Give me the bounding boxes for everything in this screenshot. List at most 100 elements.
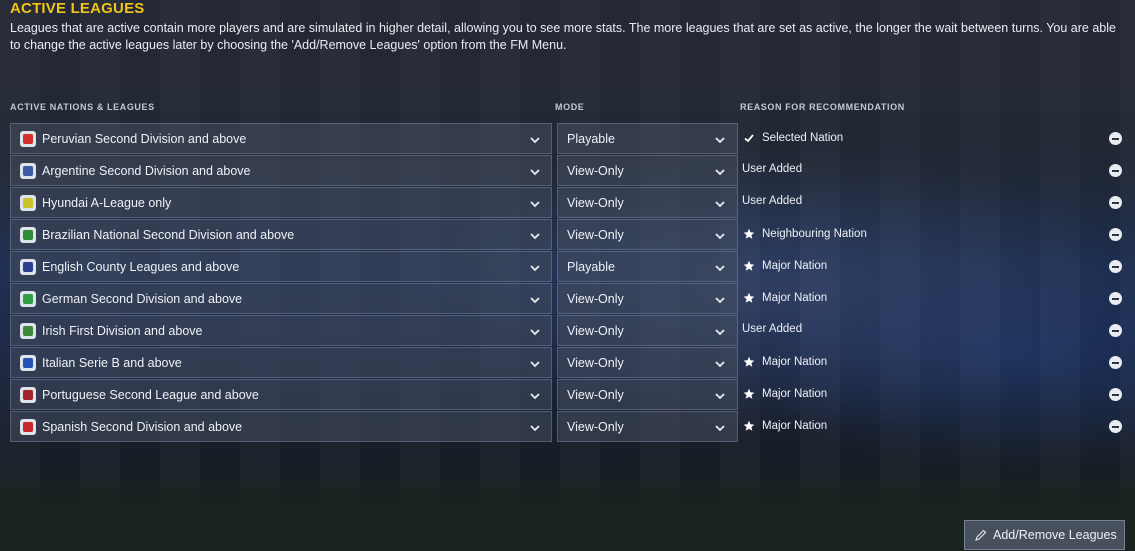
league-select[interactable]: Argentine Second Division and above — [10, 155, 552, 186]
minus-icon — [1112, 265, 1119, 268]
mode-select[interactable]: View-Only — [557, 187, 738, 218]
mode-value: View-Only — [567, 196, 624, 210]
mode-value: View-Only — [567, 292, 624, 306]
league-name: Brazilian National Second Division and a… — [42, 228, 295, 242]
reason-text: Major Nation — [762, 260, 828, 272]
league-select[interactable]: Spanish Second Division and above — [10, 411, 552, 442]
league-row: Brazilian National Second Division and a… — [0, 219, 1135, 251]
league-select[interactable]: German Second Division and above — [10, 283, 552, 314]
mode-select[interactable]: Playable — [557, 251, 738, 282]
league-row: Argentine Second Division and above View-… — [0, 155, 1135, 187]
check-icon — [742, 131, 756, 145]
mode-value: Playable — [567, 132, 615, 146]
reason: User Added — [742, 323, 802, 335]
reason: Major Nation — [742, 355, 827, 369]
reason-text: Neighbouring Nation — [762, 228, 867, 240]
reason-text: Major Nation — [762, 356, 828, 368]
mode-select[interactable]: View-Only — [557, 411, 738, 442]
league-select[interactable]: Italian Serie B and above — [10, 347, 552, 378]
chevron-down-icon — [714, 389, 726, 401]
league-name: German Second Division and above — [42, 292, 243, 306]
reason: Major Nation — [742, 419, 827, 433]
mode-value: View-Only — [567, 388, 624, 402]
remove-league-button[interactable] — [1109, 132, 1122, 145]
league-select[interactable]: English County Leagues and above — [10, 251, 552, 282]
league-row: Hyundai A-League only View-Only User Added — [0, 187, 1135, 219]
chevron-down-icon — [529, 165, 541, 177]
minus-icon — [1112, 393, 1119, 396]
league-select[interactable]: Peruvian Second Division and above — [10, 123, 552, 154]
remove-league-button[interactable] — [1109, 228, 1122, 241]
chevron-down-icon — [714, 261, 726, 273]
mode-select[interactable]: View-Only — [557, 155, 738, 186]
remove-league-button[interactable] — [1109, 420, 1122, 433]
chevron-down-icon — [529, 197, 541, 209]
league-badge-icon — [20, 163, 36, 179]
minus-icon — [1112, 201, 1119, 204]
reason-text: Major Nation — [762, 420, 828, 432]
page-title: ACTIVE LEAGUES — [10, 0, 145, 17]
league-name: English County Leagues and above — [42, 260, 240, 274]
league-badge-icon — [20, 387, 36, 403]
league-name: Peruvian Second Division and above — [42, 132, 247, 146]
chevron-down-icon — [529, 389, 541, 401]
add-remove-leagues-button[interactable]: Add/Remove Leagues — [964, 520, 1125, 550]
column-header-reason: REASON FOR RECOMMENDATION — [740, 102, 905, 112]
chevron-down-icon — [714, 421, 726, 433]
remove-league-button[interactable] — [1109, 388, 1122, 401]
chevron-down-icon — [714, 165, 726, 177]
league-select[interactable]: Brazilian National Second Division and a… — [10, 219, 552, 250]
reason: User Added — [742, 195, 802, 207]
league-row: English County Leagues and above Playable… — [0, 251, 1135, 283]
minus-icon — [1112, 329, 1119, 332]
league-select[interactable]: Hyundai A-League only — [10, 187, 552, 218]
league-row: Portuguese Second League and above View-O… — [0, 379, 1135, 411]
chevron-down-icon — [529, 261, 541, 273]
league-select[interactable]: Irish First Division and above — [10, 315, 552, 346]
star-icon — [742, 291, 756, 305]
chevron-down-icon — [529, 133, 541, 145]
reason-text: User Added — [742, 195, 803, 207]
mode-select[interactable]: View-Only — [557, 347, 738, 378]
reason: Major Nation — [742, 291, 827, 305]
mode-select[interactable]: View-Only — [557, 379, 738, 410]
remove-league-button[interactable] — [1109, 356, 1122, 369]
chevron-down-icon — [714, 197, 726, 209]
mode-select[interactable]: Playable — [557, 123, 738, 154]
minus-icon — [1112, 233, 1119, 236]
league-select[interactable]: Portuguese Second League and above — [10, 379, 552, 410]
remove-league-button[interactable] — [1109, 196, 1122, 209]
reason: User Added — [742, 163, 802, 175]
chevron-down-icon — [714, 229, 726, 241]
mode-value: View-Only — [567, 228, 624, 242]
minus-icon — [1112, 137, 1119, 140]
chevron-down-icon — [529, 229, 541, 241]
reason-text: Selected Nation — [762, 132, 844, 144]
mode-select[interactable]: View-Only — [557, 283, 738, 314]
remove-league-button[interactable] — [1109, 164, 1122, 177]
league-name: Italian Serie B and above — [42, 356, 182, 370]
league-badge-icon — [20, 291, 36, 307]
mode-value: View-Only — [567, 164, 624, 178]
add-remove-leagues-label: Add/Remove Leagues — [993, 528, 1117, 542]
intro-text: Leagues that are active contain more pla… — [10, 21, 1116, 52]
minus-icon — [1112, 297, 1119, 300]
chevron-down-icon — [529, 325, 541, 337]
league-badge-icon — [20, 355, 36, 371]
minus-icon — [1112, 425, 1119, 428]
remove-league-button[interactable] — [1109, 292, 1122, 305]
league-row: Italian Serie B and above View-Only Major … — [0, 347, 1135, 379]
remove-league-button[interactable] — [1109, 260, 1122, 273]
mode-select[interactable]: View-Only — [557, 219, 738, 250]
remove-league-button[interactable] — [1109, 324, 1122, 337]
league-row: Irish First Division and above View-Only U… — [0, 315, 1135, 347]
reason: Neighbouring Nation — [742, 227, 867, 241]
mode-value: Playable — [567, 260, 615, 274]
star-icon — [742, 355, 756, 369]
chevron-down-icon — [529, 421, 541, 433]
mode-select[interactable]: View-Only — [557, 315, 738, 346]
league-badge-icon — [20, 419, 36, 435]
star-icon — [742, 419, 756, 433]
league-row: Peruvian Second Division and above Playab… — [0, 123, 1135, 155]
mode-value: View-Only — [567, 420, 624, 434]
